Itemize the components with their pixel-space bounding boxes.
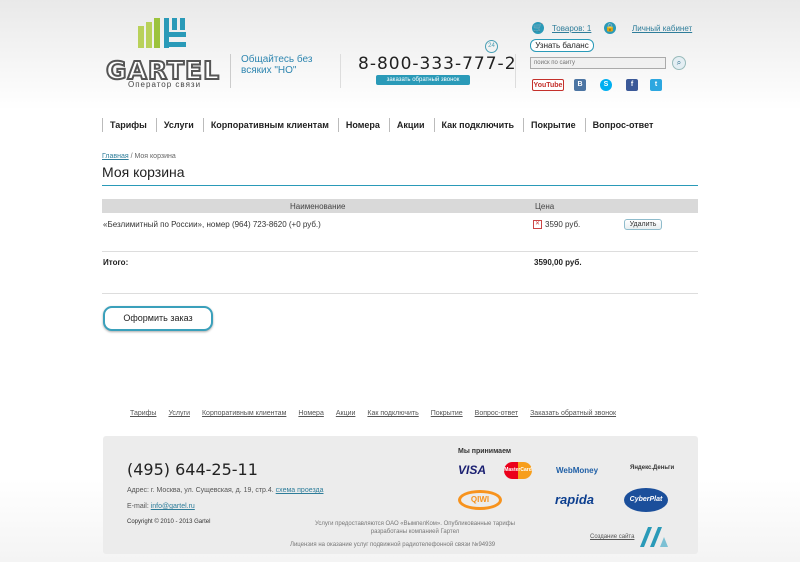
license-text: Лицензия на оказание услуг подвижной рад…	[290, 542, 496, 548]
cart-item-price: 3590 руб.	[545, 220, 581, 229]
hotline-phone: 8-800-333-777-2	[358, 54, 517, 74]
twitter-icon[interactable]: t	[650, 79, 662, 91]
callback-button[interactable]: заказать обратный звонок	[376, 75, 470, 85]
delete-button[interactable]: Удалить	[624, 219, 662, 230]
rapida-icon: rapida	[555, 492, 595, 507]
footer-link-promos[interactable]: Акции	[336, 410, 356, 417]
column-header-name: Наименование	[290, 202, 346, 211]
developer-link[interactable]: Создание сайта	[590, 534, 634, 540]
cyberplat-icon: CyberPlat	[624, 488, 668, 512]
facebook-icon[interactable]: f	[626, 79, 638, 91]
divider	[102, 185, 698, 186]
webmoney-icon: WebMoney	[556, 466, 599, 475]
skype-icon[interactable]: S	[600, 79, 612, 91]
nav-item-faq[interactable]: Вопрос-ответ	[584, 118, 663, 132]
footer-link-coverage[interactable]: Покрытие	[431, 410, 463, 417]
nav-item-promos[interactable]: Акции	[388, 118, 434, 132]
nav-item-coverage[interactable]: Покрытие	[523, 118, 585, 132]
qiwi-icon: QIWI	[458, 490, 502, 510]
mastercard-label: MasterCard	[504, 467, 532, 473]
nav-item-numbers[interactable]: Номера	[337, 118, 389, 132]
yandex-money-icon: Яндекс.Деньги	[630, 465, 675, 471]
developer-logo-icon[interactable]	[640, 527, 670, 547]
email-label: E-mail:	[127, 503, 151, 510]
breadcrumb-home[interactable]: Главная	[102, 153, 129, 160]
footer-address: Адрес: г. Москва, ул. Сущевская, д. 19, …	[127, 487, 324, 494]
nav-item-tariffs[interactable]: Тарифы	[102, 118, 156, 132]
remove-icon[interactable]: ✕	[533, 220, 542, 229]
check-balance-button[interactable]: Узнать баланс	[530, 39, 594, 52]
visa-icon: VISA	[458, 463, 487, 477]
divider	[102, 251, 698, 252]
checkout-button[interactable]: Оформить заказ	[103, 306, 213, 331]
nav-item-how-to-connect[interactable]: Как подключить	[433, 118, 524, 132]
operator-note: Услуги предоставляются ОАО «ВымпелКом». …	[315, 521, 515, 535]
footer-phone: (495) 644-25-11	[127, 460, 258, 479]
payments-title: Мы принимаем	[458, 448, 512, 455]
address-text: Адрес: г. Москва, ул. Сущевская, д. 19, …	[127, 487, 274, 494]
divider	[515, 54, 516, 88]
total-value: 3590,00 руб.	[534, 258, 582, 267]
breadcrumb-current: Моя корзина	[134, 153, 176, 160]
email-link[interactable]: info@gartel.ru	[151, 503, 195, 510]
nav-item-corporate[interactable]: Корпоративным клиентам	[202, 118, 338, 132]
cart-icon[interactable]: 🛒	[532, 22, 544, 34]
main-nav: Тарифы Услуги Корпоративным клиентам Ном…	[102, 118, 662, 132]
logo-subtitle: Оператор связи	[128, 80, 202, 89]
nav-item-services[interactable]: Услуги	[155, 118, 203, 132]
total-label: Итого:	[103, 258, 129, 267]
footer-link-tariffs[interactable]: Тарифы	[130, 410, 156, 417]
footer-nav: Тарифы Услуги Корпоративным клиентам Ном…	[130, 410, 616, 417]
footer-link-numbers[interactable]: Номера	[298, 410, 323, 417]
slogan: Общайтесь без всяких "НО"	[230, 54, 330, 88]
footer-link-callback[interactable]: Заказать обратный звонок	[530, 410, 616, 417]
vk-icon[interactable]: B	[574, 79, 586, 91]
cart-item-name: «Безлимитный по России», номер (964) 723…	[103, 220, 321, 229]
page-title: Моя корзина	[102, 164, 185, 180]
footer-link-corporate[interactable]: Корпоративным клиентам	[202, 410, 286, 417]
table-header	[102, 199, 698, 213]
search-icon[interactable]: ⌕	[672, 56, 686, 70]
footer-email: E-mail: info@gartel.ru	[127, 503, 195, 510]
cart-link[interactable]: Товаров: 1	[552, 24, 591, 33]
footer-link-services[interactable]: Услуги	[168, 410, 190, 417]
directions-link[interactable]: схема проезда	[276, 487, 324, 494]
footer-link-how-to-connect[interactable]: Как подключить	[367, 410, 418, 417]
column-header-price: Цена	[535, 202, 555, 211]
personal-cabinet-link[interactable]: Личный кабинет	[632, 24, 692, 33]
breadcrumb: Главная / Моя корзина	[102, 153, 176, 160]
divider	[340, 54, 341, 88]
youtube-icon[interactable]: YouTube	[532, 79, 564, 91]
mastercard-icon: MasterCard	[504, 462, 532, 479]
copyright: Copyright © 2010 - 2013 Gartel	[127, 519, 211, 525]
lock-icon[interactable]: 🔒	[604, 22, 616, 34]
search-input[interactable]	[530, 57, 666, 69]
divider	[102, 293, 698, 294]
24-hours-icon: 24	[485, 40, 498, 53]
footer-link-faq[interactable]: Вопрос-ответ	[475, 410, 518, 417]
